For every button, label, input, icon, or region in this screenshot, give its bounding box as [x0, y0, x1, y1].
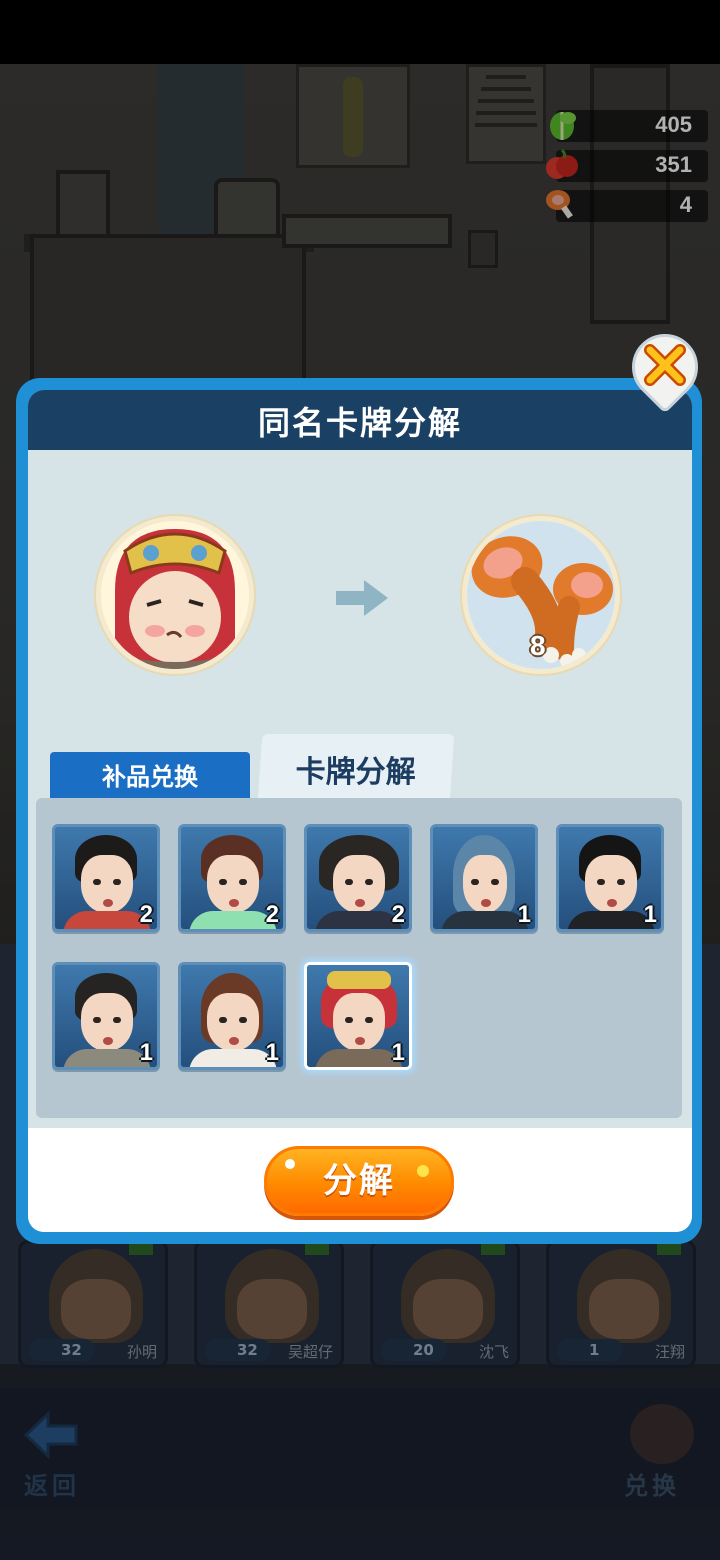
arrow-right-icon [336, 580, 388, 616]
dialog-header: 同名卡牌分解 [28, 390, 692, 450]
status-bar [0, 0, 720, 64]
tab-card-decompose[interactable]: 卡牌分解 [257, 734, 455, 802]
card-lion-dance-hat-girl[interactable]: 1 [304, 962, 412, 1070]
card-short-hair-man[interactable]: 2 [52, 824, 160, 932]
card-headband-girl[interactable]: 2 [178, 824, 286, 932]
close-icon [644, 344, 686, 386]
tab-supplement-exchange[interactable]: 补品兑换 [50, 752, 250, 802]
card-count: 1 [265, 1039, 279, 1066]
card-glasses-reader[interactable]: 1 [52, 962, 160, 1070]
dialog-title: 同名卡牌分解 [257, 404, 462, 442]
card-count: 2 [139, 901, 153, 928]
card-slick-hair-man[interactable]: 1 [556, 824, 664, 932]
card-count: 2 [391, 901, 405, 928]
tab-label: 补品兑换 [102, 763, 198, 791]
card-count: 1 [391, 1039, 405, 1066]
decompose-button[interactable]: 分解 [264, 1146, 454, 1216]
reward-count: 8 [530, 630, 546, 661]
source-card-portrait [96, 516, 254, 674]
card-blue-hair-girl[interactable]: 1 [430, 824, 538, 932]
card-count: 2 [265, 901, 279, 928]
lion-dance-hat-girl-avatar [111, 529, 239, 669]
card-count: 1 [517, 901, 531, 928]
card-count: 1 [139, 1039, 153, 1066]
card-count: 1 [643, 901, 657, 928]
card-long-hair-woman[interactable]: 1 [178, 962, 286, 1070]
card-ushanka-boy[interactable]: 2 [304, 824, 412, 932]
decompose-label: 分解 [323, 1161, 395, 1201]
close-button[interactable] [618, 320, 712, 414]
